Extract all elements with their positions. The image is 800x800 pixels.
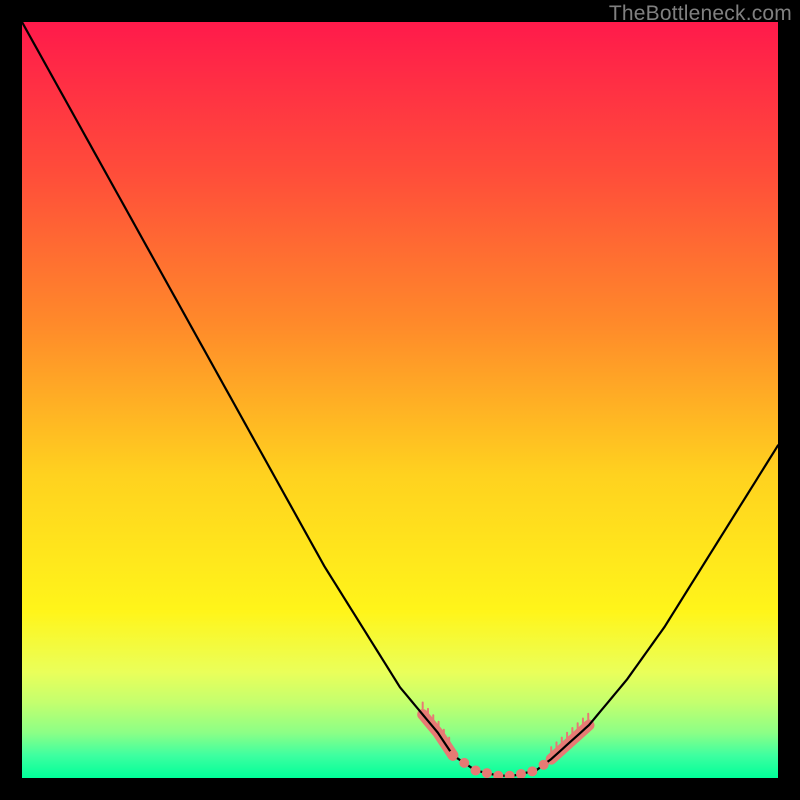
trough-dot <box>527 766 537 776</box>
trough-dot <box>482 768 492 778</box>
trough-dot <box>539 760 549 770</box>
chart-frame <box>22 22 778 778</box>
trough-dot <box>448 750 458 760</box>
watermark-text: TheBottleneck.com <box>609 2 792 26</box>
trough-dot <box>471 765 481 775</box>
trough-dot <box>459 758 469 768</box>
bottleneck-chart <box>22 22 778 778</box>
chart-background <box>22 22 778 778</box>
